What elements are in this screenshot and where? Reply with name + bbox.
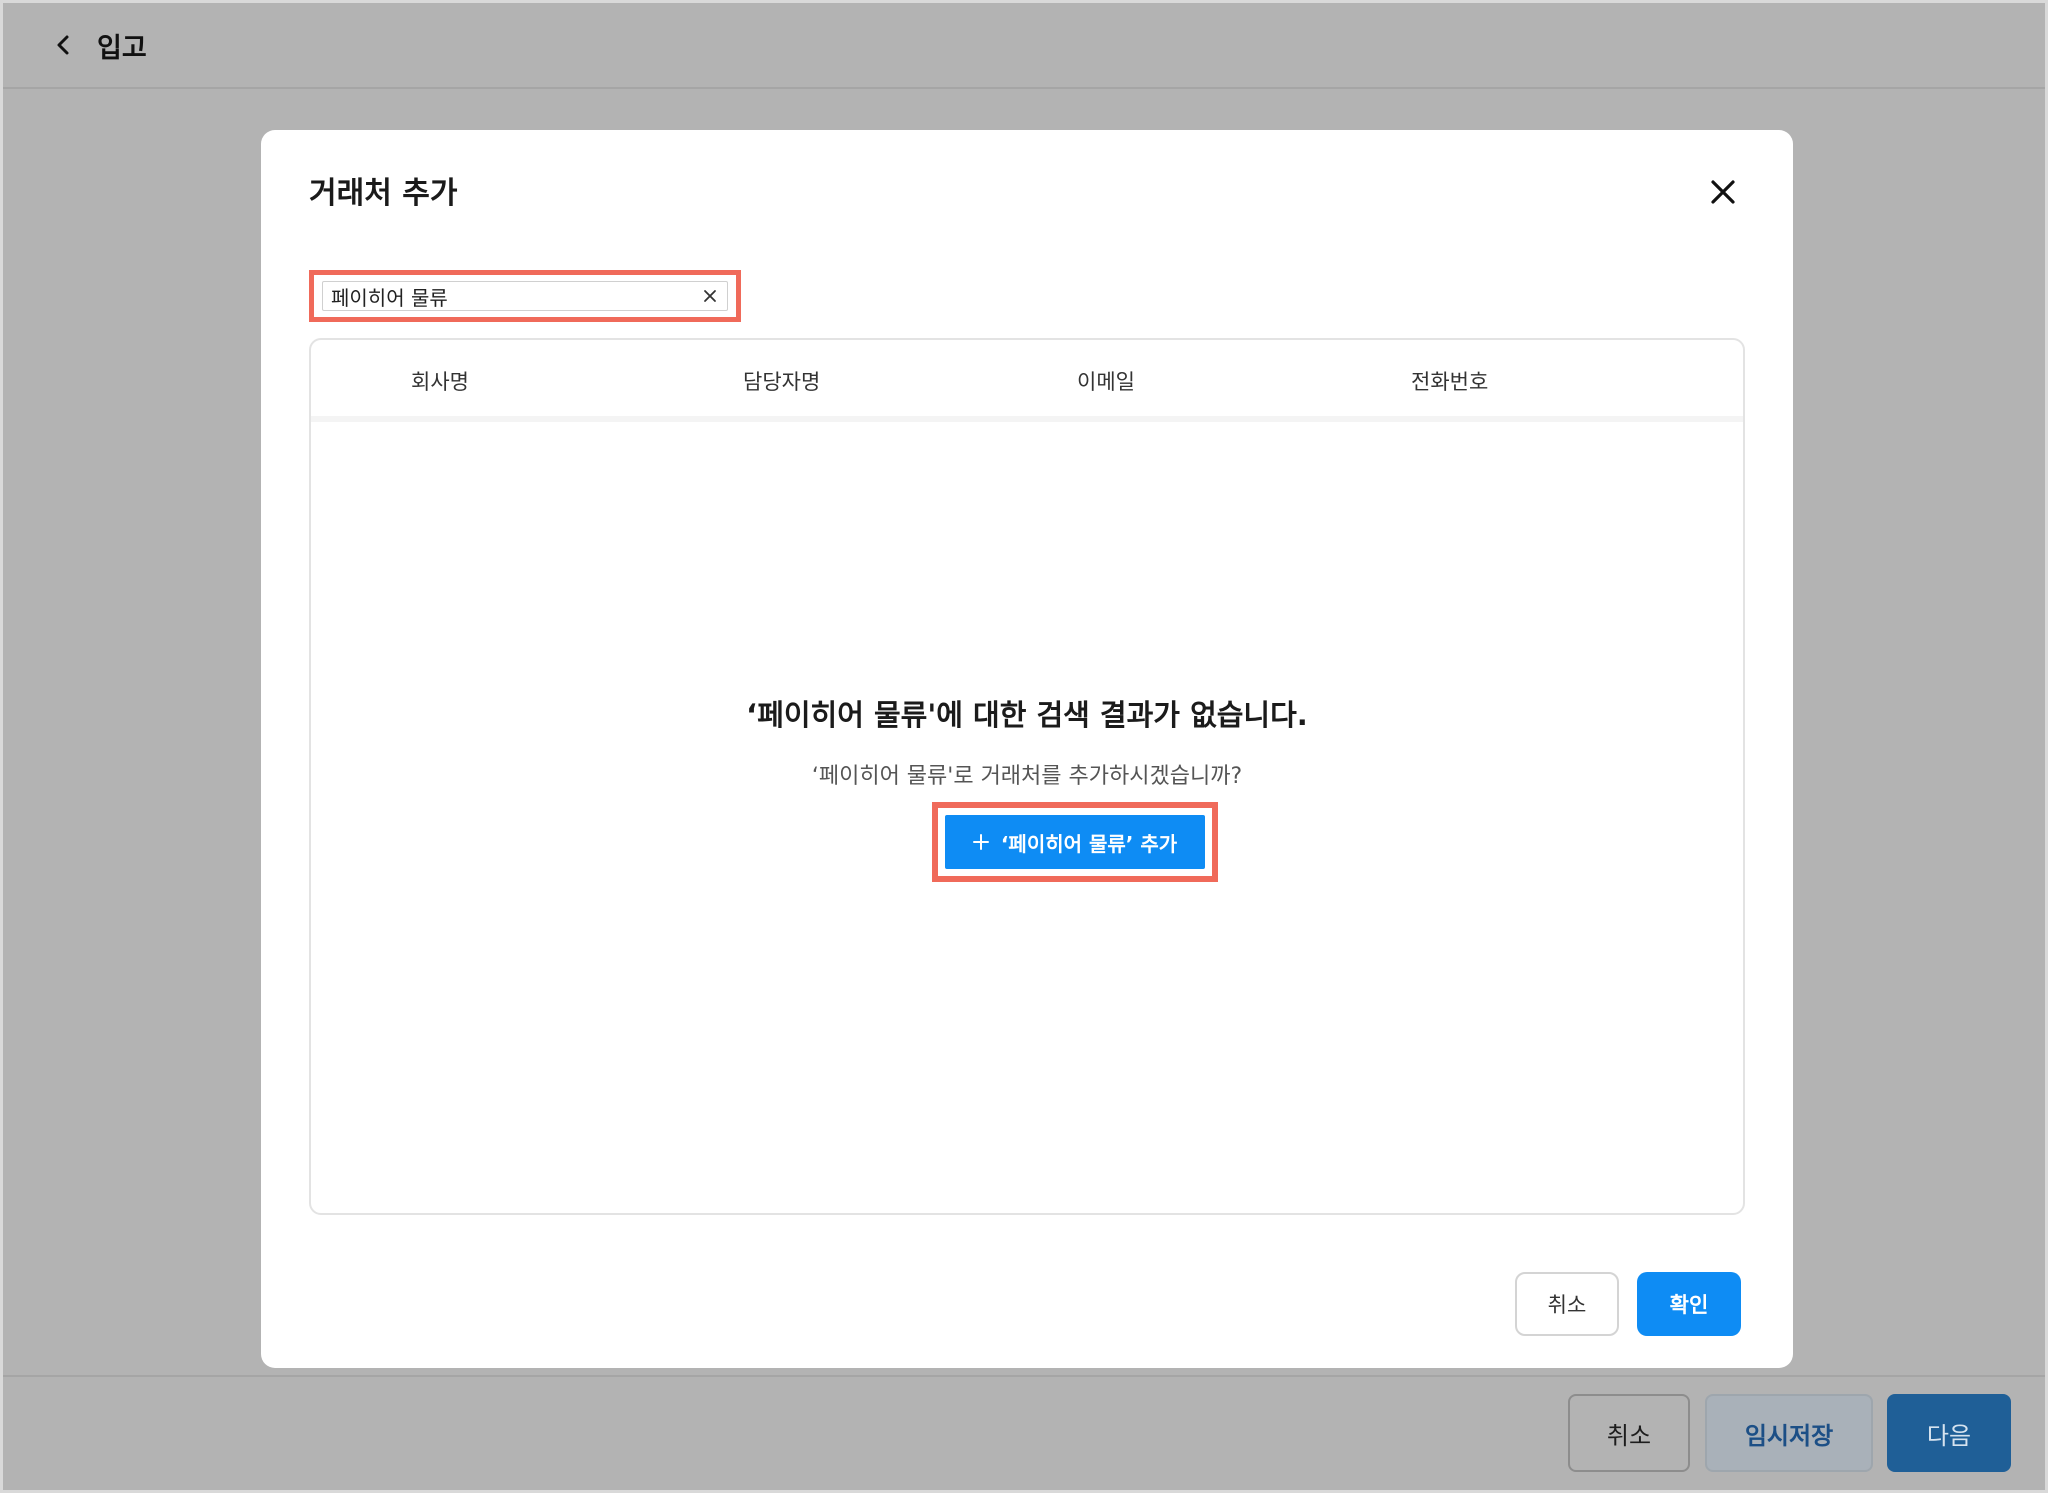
screen: 입고 취소 임시저장 다음 거래처 추가 회사명 <box>0 0 2048 1493</box>
next-button[interactable]: 다음 <box>1887 1394 2011 1472</box>
add-button-highlight: ‘페이히어 물류’ 추가 <box>932 802 1218 882</box>
page-title: 입고 <box>97 32 147 64</box>
modal-cancel-button[interactable]: 취소 <box>1515 1272 1619 1336</box>
add-vendor-modal: 거래처 추가 회사명 담당자명 이메일 전화번호 <box>261 130 1793 1368</box>
close-icon <box>1711 180 1735 204</box>
page-header: 입고 <box>3 3 2045 89</box>
clear-icon <box>704 290 716 302</box>
confirm-button[interactable]: 확인 <box>1637 1272 1741 1336</box>
column-header-contact: 담당자명 <box>743 370 821 394</box>
column-header-email: 이메일 <box>1077 370 1135 394</box>
column-header-phone: 전화번호 <box>1411 370 1489 394</box>
empty-state-title: ‘페이히어 물류'에 대한 검색 결과가 없습니다. <box>746 698 1308 732</box>
table-header: 회사명 담당자명 이메일 전화번호 <box>311 340 1743 422</box>
empty-state: ‘페이히어 물류'에 대한 검색 결과가 없습니다. ‘페이히어 물류'로 거래… <box>311 692 1743 790</box>
clear-search-button[interactable] <box>701 287 719 305</box>
chevron-left-icon[interactable] <box>53 34 75 56</box>
close-button[interactable] <box>1701 170 1745 214</box>
column-header-company: 회사명 <box>411 370 469 394</box>
add-vendor-button[interactable]: ‘페이히어 물류’ 추가 <box>945 815 1205 869</box>
add-vendor-button-label: ‘페이히어 물류’ 추가 <box>1000 831 1178 856</box>
vendor-table: 회사명 담당자명 이메일 전화번호 ‘페이히어 물류'에 대한 검색 결과가 없… <box>309 338 1745 1215</box>
modal-title: 거래처 추가 <box>309 176 458 211</box>
page-cancel-button[interactable]: 취소 <box>1568 1394 1690 1472</box>
search-highlight <box>309 270 741 322</box>
save-draft-button[interactable]: 임시저장 <box>1705 1394 1873 1472</box>
search-input[interactable] <box>331 284 701 308</box>
page-footer: 취소 임시저장 다음 <box>3 1375 2045 1490</box>
plus-icon <box>972 834 989 850</box>
search-box <box>322 281 728 311</box>
empty-state-subtitle: ‘페이히어 물류'로 거래처를 추가하시겠습니까? <box>811 764 1243 789</box>
